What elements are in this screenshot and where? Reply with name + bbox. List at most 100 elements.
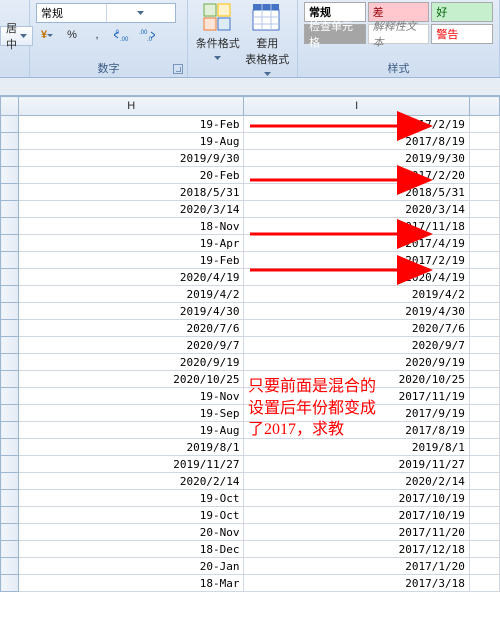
percent-button[interactable]: % bbox=[61, 25, 83, 45]
cell-next[interactable] bbox=[469, 218, 499, 235]
cell-H[interactable]: 20-Feb bbox=[19, 167, 244, 184]
cell-H[interactable]: 2020/7/6 bbox=[19, 320, 244, 337]
cell-next[interactable] bbox=[469, 507, 499, 524]
cell-H[interactable]: 2020/9/7 bbox=[19, 337, 244, 354]
row-header[interactable] bbox=[1, 422, 19, 439]
cell-H[interactable]: 19-Nov bbox=[19, 388, 244, 405]
cell-I[interactable]: 2017/10/19 bbox=[244, 507, 469, 524]
cell-I[interactable]: 2019/4/2 bbox=[244, 286, 469, 303]
row-header[interactable] bbox=[1, 354, 19, 371]
cell-next[interactable] bbox=[469, 405, 499, 422]
row-header[interactable] bbox=[1, 524, 19, 541]
column-header-next[interactable] bbox=[469, 97, 499, 116]
merge-center-button[interactable]: 居中 bbox=[0, 26, 33, 46]
cell-next[interactable] bbox=[469, 286, 499, 303]
comma-style-button[interactable]: , bbox=[86, 25, 108, 45]
cell-H[interactable]: 2020/9/19 bbox=[19, 354, 244, 371]
cell-H[interactable]: 18-Dec bbox=[19, 541, 244, 558]
cell-next[interactable] bbox=[469, 524, 499, 541]
cell-H[interactable]: 2019/11/27 bbox=[19, 456, 244, 473]
row-header[interactable] bbox=[1, 490, 19, 507]
cell-I[interactable]: 2020/7/6 bbox=[244, 320, 469, 337]
row-header[interactable] bbox=[1, 507, 19, 524]
cell-next[interactable] bbox=[469, 575, 499, 592]
row-header[interactable] bbox=[1, 150, 19, 167]
format-as-table-button[interactable]: 套用 表格格式 bbox=[244, 2, 292, 79]
row-header[interactable] bbox=[1, 303, 19, 320]
cell-next[interactable] bbox=[469, 541, 499, 558]
cell-H[interactable]: 19-Aug bbox=[19, 133, 244, 150]
column-header-I[interactable]: I bbox=[244, 97, 469, 116]
cell-next[interactable] bbox=[469, 150, 499, 167]
cell-style-check[interactable]: 检查单元格 bbox=[304, 24, 366, 44]
spreadsheet-grid[interactable]: H I 19-Feb2017/2/1919-Aug2017/8/192019/9… bbox=[0, 96, 500, 592]
cell-H[interactable]: 2019/4/2 bbox=[19, 286, 244, 303]
cell-I[interactable]: 2020/3/14 bbox=[244, 201, 469, 218]
cell-H[interactable]: 19-Apr bbox=[19, 235, 244, 252]
cell-next[interactable] bbox=[469, 167, 499, 184]
number-format-combo[interactable]: 常规 bbox=[36, 3, 176, 23]
cell-next[interactable] bbox=[469, 252, 499, 269]
cell-next[interactable] bbox=[469, 184, 499, 201]
cell-next[interactable] bbox=[469, 388, 499, 405]
row-header[interactable] bbox=[1, 133, 19, 150]
row-header[interactable] bbox=[1, 167, 19, 184]
cell-I[interactable]: 2019/4/30 bbox=[244, 303, 469, 320]
cell-next[interactable] bbox=[469, 337, 499, 354]
row-header[interactable] bbox=[1, 184, 19, 201]
cell-H[interactable]: 19-Oct bbox=[19, 490, 244, 507]
cell-next[interactable] bbox=[469, 133, 499, 150]
cell-I[interactable]: 2020/9/19 bbox=[244, 354, 469, 371]
cell-next[interactable] bbox=[469, 456, 499, 473]
cell-next[interactable] bbox=[469, 371, 499, 388]
cell-next[interactable] bbox=[469, 558, 499, 575]
cell-H[interactable]: 19-Sep bbox=[19, 405, 244, 422]
cell-I[interactable]: 2017/1/20 bbox=[244, 558, 469, 575]
row-header[interactable] bbox=[1, 575, 19, 592]
increase-decimal-button[interactable]: .0.00 bbox=[111, 25, 133, 45]
cell-H[interactable]: 2018/5/31 bbox=[19, 184, 244, 201]
cell-H[interactable]: 2020/4/19 bbox=[19, 269, 244, 286]
row-header[interactable] bbox=[1, 269, 19, 286]
row-header[interactable] bbox=[1, 456, 19, 473]
cell-style-explain[interactable]: 解释性文本 bbox=[368, 24, 430, 44]
row-header[interactable] bbox=[1, 235, 19, 252]
cell-I[interactable]: 2017/8/19 bbox=[244, 133, 469, 150]
cell-next[interactable] bbox=[469, 473, 499, 490]
cell-I[interactable]: 2020/2/14 bbox=[244, 473, 469, 490]
cell-H[interactable]: 2020/2/14 bbox=[19, 473, 244, 490]
cell-I[interactable]: 2017/9/19 bbox=[244, 405, 469, 422]
cell-next[interactable] bbox=[469, 116, 499, 133]
cell-I[interactable]: 2017/11/20 bbox=[244, 524, 469, 541]
cell-H[interactable]: 2019/8/1 bbox=[19, 439, 244, 456]
cell-I[interactable]: 2017/2/19 bbox=[244, 116, 469, 133]
cell-H[interactable]: 19-Aug bbox=[19, 422, 244, 439]
row-header[interactable] bbox=[1, 201, 19, 218]
decrease-decimal-button[interactable]: .00.0 bbox=[136, 25, 158, 45]
row-header[interactable] bbox=[1, 218, 19, 235]
cell-next[interactable] bbox=[469, 235, 499, 252]
cell-H[interactable]: 2019/9/30 bbox=[19, 150, 244, 167]
cell-I[interactable]: 2019/8/1 bbox=[244, 439, 469, 456]
cell-I[interactable]: 2017/10/19 bbox=[244, 490, 469, 507]
row-header[interactable] bbox=[1, 337, 19, 354]
row-header[interactable] bbox=[1, 473, 19, 490]
cell-style-warn[interactable]: 警告 bbox=[431, 24, 493, 44]
cell-next[interactable] bbox=[469, 354, 499, 371]
dialog-launcher-icon[interactable] bbox=[173, 64, 183, 74]
cell-I[interactable]: 2017/8/19 bbox=[244, 422, 469, 439]
cell-next[interactable] bbox=[469, 269, 499, 286]
row-header[interactable] bbox=[1, 541, 19, 558]
row-header[interactable] bbox=[1, 405, 19, 422]
cell-I[interactable]: 2017/12/18 bbox=[244, 541, 469, 558]
cell-next[interactable] bbox=[469, 201, 499, 218]
cell-next[interactable] bbox=[469, 303, 499, 320]
row-header[interactable] bbox=[1, 116, 19, 133]
cell-style-good[interactable]: 好 bbox=[431, 2, 493, 22]
cell-I[interactable]: 2017/4/19 bbox=[244, 235, 469, 252]
cell-I[interactable]: 2020/9/7 bbox=[244, 337, 469, 354]
cell-H[interactable]: 19-Feb bbox=[19, 252, 244, 269]
row-header[interactable] bbox=[1, 252, 19, 269]
accounting-format-button[interactable]: ¥ bbox=[36, 25, 58, 45]
cell-H[interactable]: 20-Nov bbox=[19, 524, 244, 541]
